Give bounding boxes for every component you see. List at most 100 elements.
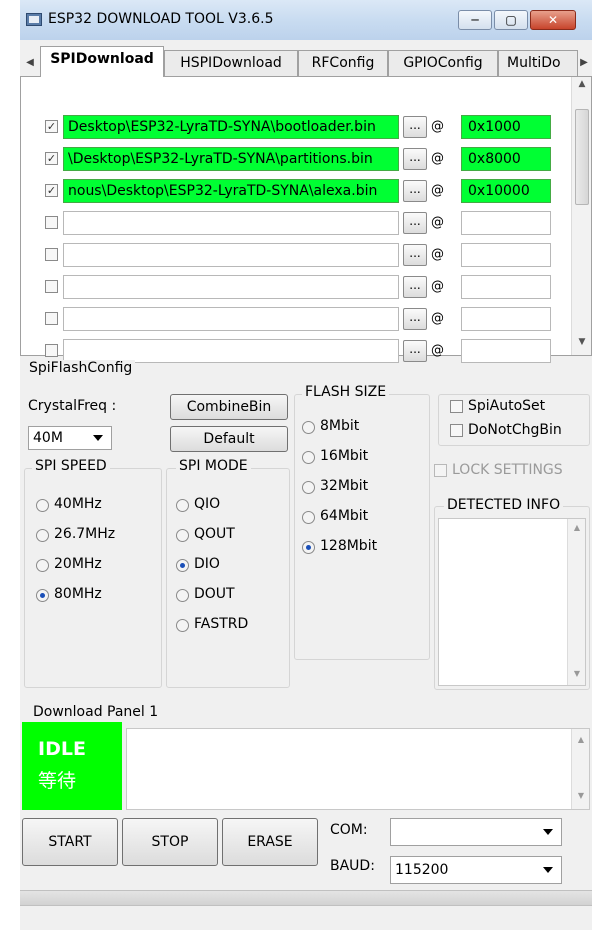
file-path-input[interactable] (63, 275, 399, 299)
flash-size-option-radio[interactable] (302, 481, 315, 494)
browse-button[interactable]: ... (403, 244, 427, 266)
flash-size-option-radio[interactable] (302, 451, 315, 464)
spi-mode-option-label: DOUT (194, 586, 235, 602)
com-select[interactable] (390, 818, 562, 846)
address-input[interactable] (461, 275, 551, 299)
close-button[interactable]: ✕ (530, 10, 576, 30)
file-row-checkbox[interactable] (45, 344, 58, 357)
download-panel-title: Download Panel 1 (30, 704, 162, 720)
spi-mode-option-radio[interactable] (176, 499, 189, 512)
spi-speed-option-radio[interactable] (36, 589, 49, 602)
default-button[interactable]: Default (170, 426, 288, 452)
crystal-freq-select[interactable]: 40M (28, 426, 112, 450)
file-path-input[interactable] (63, 243, 399, 267)
browse-button[interactable]: ... (403, 212, 427, 234)
flash-size-option-label: 16Mbit (320, 448, 369, 464)
tab-multidownload[interactable]: MultiDo (498, 50, 578, 76)
tab-scroll-left-icon[interactable]: ◀ (22, 52, 38, 74)
scroll-up-icon[interactable]: ▲ (568, 523, 586, 532)
file-row-checkbox[interactable]: ✓ (45, 184, 58, 197)
spi-speed-option-radio[interactable] (36, 559, 49, 572)
maximize-button[interactable]: ▢ (494, 10, 528, 30)
spi-speed-option-radio[interactable] (36, 499, 49, 512)
file-path-input[interactable] (63, 307, 399, 331)
chevron-down-icon (543, 829, 553, 835)
address-input[interactable]: 0x8000 (461, 147, 551, 171)
start-button[interactable]: START (22, 818, 118, 866)
spi-mode-option-radio[interactable] (176, 589, 189, 602)
browse-button[interactable]: ... (403, 148, 427, 170)
status-text: IDLE (38, 738, 86, 760)
spi-mode-option-radio[interactable] (176, 619, 189, 632)
file-path-input[interactable] (63, 211, 399, 235)
tab-hspidownload[interactable]: HSPIDownload (164, 50, 298, 76)
flash-size-option-label: 32Mbit (320, 478, 369, 494)
browse-button[interactable]: ... (403, 276, 427, 298)
stop-button[interactable]: STOP (122, 818, 218, 866)
spi-mode-option-label: QOUT (194, 526, 235, 542)
tab-spidownload[interactable]: SPIDownload (40, 46, 164, 77)
scroll-up-icon[interactable]: ▲ (572, 79, 592, 95)
do-not-chg-bin-checkbox[interactable] (450, 424, 463, 437)
scroll-down-icon[interactable]: ▼ (568, 669, 586, 678)
flash-size-option-label: 8Mbit (320, 418, 360, 434)
file-list-scrollbar[interactable]: ▲ ▼ (571, 77, 591, 355)
scroll-thumb[interactable] (575, 109, 589, 205)
address-input[interactable]: 0x1000 (461, 115, 551, 139)
scroll-down-icon[interactable]: ▼ (572, 337, 592, 353)
download-log-textarea[interactable]: ▲ ▼ (126, 728, 590, 810)
flash-size-option-radio[interactable] (302, 541, 315, 554)
baud-select[interactable]: 115200 (390, 856, 562, 884)
file-path-input[interactable]: nous\Desktop\ESP32-LyraTD-SYNA\alexa.bin (63, 179, 399, 203)
browse-button[interactable]: ... (403, 308, 427, 330)
address-input[interactable] (461, 211, 551, 235)
file-row-checkbox[interactable] (45, 312, 58, 325)
baud-value: 115200 (395, 862, 449, 878)
file-row-checkbox[interactable] (45, 248, 58, 261)
address-input[interactable]: 0x10000 (461, 179, 551, 203)
tab-gpioconfig[interactable]: GPIOConfig (388, 50, 498, 76)
lock-settings-checkbox[interactable] (434, 464, 447, 477)
at-label: @ (431, 279, 444, 294)
flash-size-option-radio[interactable] (302, 511, 315, 524)
address-input[interactable] (461, 339, 551, 363)
spi-mode-title: SPI MODE (176, 458, 251, 474)
file-row-checkbox[interactable] (45, 280, 58, 293)
spi-mode-option-radio[interactable] (176, 559, 189, 572)
detected-info-scrollbar[interactable]: ▲ ▼ (567, 519, 585, 685)
address-input[interactable] (461, 307, 551, 331)
spi-speed-title: SPI SPEED (32, 458, 110, 474)
browse-button[interactable]: ... (403, 340, 427, 362)
flash-size-option-radio[interactable] (302, 421, 315, 434)
app-icon (26, 13, 42, 26)
scroll-down-icon[interactable]: ▼ (572, 791, 590, 800)
spi-speed-option-radio[interactable] (36, 529, 49, 542)
spi-mode-option-label: FASTRD (194, 616, 249, 632)
erase-button[interactable]: ERASE (222, 818, 318, 866)
title-bar[interactable]: ESP32 DOWNLOAD TOOL V3.6.5 ─ ▢ ✕ (20, 0, 592, 40)
tab-scroll-right-icon[interactable]: ▶ (576, 52, 592, 74)
minimize-button[interactable]: ─ (458, 10, 492, 30)
detected-info-textarea[interactable]: ▲ ▼ (438, 518, 586, 686)
browse-button[interactable]: ... (403, 180, 427, 202)
address-input[interactable] (461, 243, 551, 267)
at-label: @ (431, 119, 444, 134)
combine-bin-button[interactable]: CombineBin (170, 394, 288, 420)
spi-auto-set-checkbox[interactable] (450, 400, 463, 413)
file-row-checkbox[interactable] (45, 216, 58, 229)
tab-rfconfig[interactable]: RFConfig (298, 50, 388, 76)
spi-speed-option-label: 80MHz (54, 586, 102, 602)
file-path-input[interactable]: Desktop\ESP32-LyraTD-SYNA\bootloader.bin (63, 115, 399, 139)
download-log-scrollbar[interactable]: ▲ ▼ (571, 729, 589, 809)
scroll-up-icon[interactable]: ▲ (572, 735, 590, 744)
crystal-freq-value: 40M (33, 430, 63, 446)
file-path-input[interactable]: \Desktop\ESP32-LyraTD-SYNA\partitions.bi… (63, 147, 399, 171)
file-row-checkbox[interactable]: ✓ (45, 152, 58, 165)
file-row-checkbox[interactable]: ✓ (45, 120, 58, 133)
browse-button[interactable]: ... (403, 116, 427, 138)
at-label: @ (431, 215, 444, 230)
spi-mode-option-radio[interactable] (176, 529, 189, 542)
spiflash-config-label: SpiFlashConfig (26, 360, 136, 376)
flash-size-option-label: 128Mbit (320, 538, 378, 554)
flash-size-option-label: 64Mbit (320, 508, 369, 524)
